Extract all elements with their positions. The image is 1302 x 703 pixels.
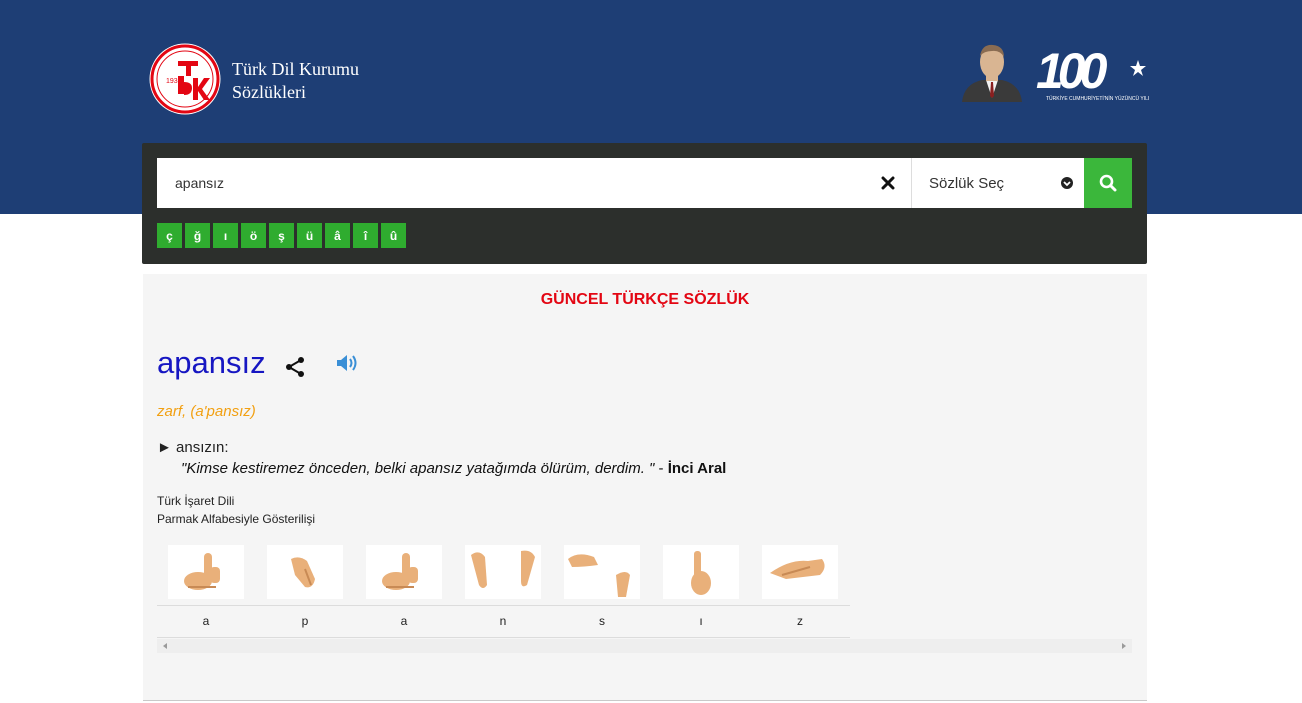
hand-sign-image-s [564, 545, 640, 599]
hand-sign-image-p [267, 545, 343, 599]
scroll-left-icon[interactable] [163, 643, 167, 649]
brand-line-1: Türk Dil Kurumu [232, 59, 359, 79]
horizontal-scrollbar[interactable] [157, 639, 1132, 653]
hand-sign-image-dotless-i [663, 545, 739, 599]
meaning-1: ► ansızın: [157, 439, 229, 456]
meaning-marker: ► [157, 439, 172, 456]
hand-sign-image-n [465, 545, 541, 599]
result-panel: GÜNCEL TÜRKÇE SÖZLÜK apansız zarf, (a'pa… [143, 274, 1147, 701]
scroll-right-icon[interactable] [1122, 643, 1126, 649]
dictionary-select-label: Sözlük Seç [929, 174, 1005, 192]
clear-search-button[interactable] [865, 158, 911, 208]
sign-letter: a [202, 614, 210, 628]
special-character-bar: ç ğ ı ö ş ü â î û [157, 223, 406, 248]
example-quote: "Kimse kestiremez önceden, belki apansız… [181, 460, 655, 477]
dictionary-title: GÜNCEL TÜRKÇE SÖZLÜK [540, 291, 750, 308]
sign-letter: z [797, 614, 803, 628]
char-button-u-umlaut[interactable]: ü [297, 223, 322, 248]
headword: apansız [157, 345, 266, 380]
hand-sign-image-a-2 [366, 545, 442, 599]
dictionary-select[interactable]: Sözlük Seç [911, 158, 1084, 208]
char-button-i-circumflex[interactable]: î [353, 223, 378, 248]
char-button-s-cedilla[interactable]: ş [269, 223, 294, 248]
brand-title[interactable]: Türk Dil Kurumu Sözlükleri [232, 58, 359, 104]
sign-language-subtitle: Parmak Alfabesiyle Gösterilişi [157, 512, 316, 526]
meaning-text: ansızın: [176, 439, 229, 456]
example-sentence: "Kimse kestiremez önceden, belki apansız… [181, 460, 726, 477]
sign-letters-row: a p a n s ı z [157, 605, 850, 638]
share-icon[interactable] [283, 355, 307, 379]
search-input[interactable] [157, 158, 865, 208]
sign-letter: s [599, 614, 605, 628]
sign-letter: p [301, 614, 309, 628]
char-button-dotless-i[interactable]: ı [213, 223, 238, 248]
example-separator: - [654, 460, 668, 477]
char-button-g-breve[interactable]: ğ [185, 223, 210, 248]
hand-sign-image-z [762, 545, 838, 599]
ataturk-portrait-image [962, 44, 1022, 102]
sign-language-title: Türk İşaret Dili [157, 494, 235, 508]
sign-letter: a [400, 614, 408, 628]
search-icon [1099, 174, 1117, 192]
speaker-icon[interactable] [335, 352, 361, 374]
svg-text:100: 100 [1036, 43, 1108, 99]
republic-100-logo: 100 TÜRKİYE CUMHURİYETİ'NİN YÜZÜNCÜ YILI [1036, 43, 1149, 102]
chevron-down-icon [1061, 177, 1073, 189]
char-button-u-circumflex[interactable]: û [381, 223, 406, 248]
close-icon [881, 176, 895, 190]
brand-line-2: Sözlükleri [232, 82, 306, 102]
sign-letter: ı [699, 614, 703, 628]
char-button-o-umlaut[interactable]: ö [241, 223, 266, 248]
search-panel: Sözlük Seç ç ğ ı ö ş ü â î û [142, 143, 1147, 264]
search-button[interactable] [1084, 158, 1132, 208]
sign-letter: n [499, 614, 507, 628]
svg-text:TÜRKİYE CUMHURİYETİ'NİN YÜZÜNC: TÜRKİYE CUMHURİYETİ'NİN YÜZÜNCÜ YILI [1046, 95, 1149, 102]
tdk-logo[interactable]: 1932 [148, 42, 222, 116]
hand-sign-image-a [168, 545, 244, 599]
char-button-c-cedilla[interactable]: ç [157, 223, 182, 248]
char-button-a-circumflex[interactable]: â [325, 223, 350, 248]
part-of-speech: zarf, (a'pansız) [157, 403, 256, 420]
example-author: İnci Aral [667, 460, 727, 477]
